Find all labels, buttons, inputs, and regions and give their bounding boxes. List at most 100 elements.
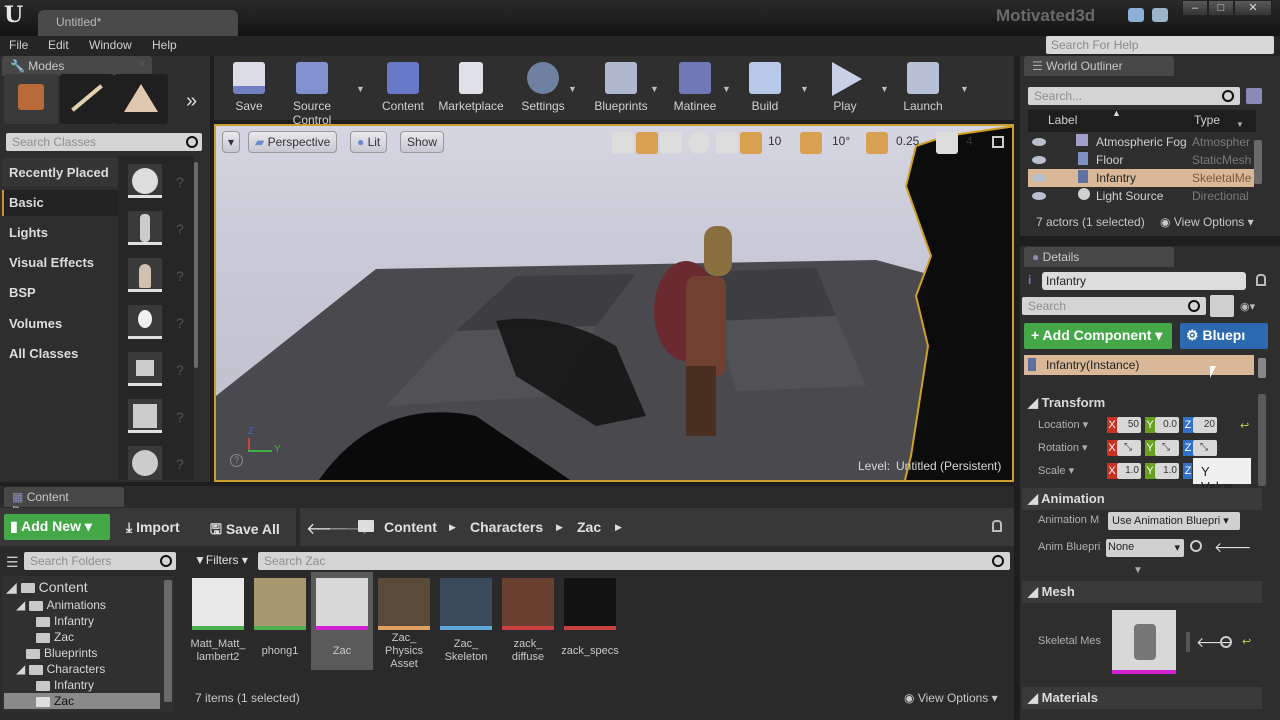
materials-section-header[interactable]: ◢ Materials <box>1022 687 1262 709</box>
add-new-button[interactable]: ▮ Add New ▾ <box>4 514 110 540</box>
animation-mode-dropdown[interactable]: Use Animation Bluepri ▾ <box>1108 512 1240 530</box>
camera-speed-value[interactable]: 4 <box>966 134 973 148</box>
help-icon[interactable]: ? <box>176 315 184 331</box>
rotation-label[interactable]: Rotation ▾ <box>1038 441 1088 454</box>
breadcrumb-zac[interactable]: Zac <box>577 519 601 535</box>
lit-button[interactable]: ● Lit <box>350 131 388 153</box>
build-dropdown-icon[interactable]: ▼ <box>800 84 809 94</box>
class-list-scrollbar[interactable] <box>194 162 198 368</box>
class-item-player-start[interactable] <box>128 211 162 245</box>
content-button[interactable]: Content <box>368 56 438 120</box>
launch-dropdown-icon[interactable]: ▼ <box>960 84 969 94</box>
column-type-header[interactable]: Type <box>1194 113 1220 127</box>
outliner-view-options-button[interactable]: ◉ View Options ▾ <box>1160 215 1254 229</box>
reset-to-default-icon[interactable]: ↩ <box>1240 419 1249 432</box>
tree-folder-animations[interactable]: ◢ Animations <box>16 598 106 612</box>
rotation-snap-icon[interactable] <box>800 132 822 154</box>
world-space-icon[interactable] <box>688 132 710 154</box>
class-item-trigger[interactable] <box>128 352 162 386</box>
settings-dropdown-icon[interactable]: ▼ <box>568 84 577 94</box>
level-viewport[interactable]: ▾ ▰ Perspective ● Lit Show 10 10° 0.25 4… <box>214 124 1014 482</box>
toggle-sources-icon[interactable]: ☰ <box>6 554 19 571</box>
lock-icon[interactable] <box>992 520 1002 532</box>
world-outliner-tab[interactable]: ☰ World Outliner <box>1024 56 1174 76</box>
asset-thumbnail[interactable] <box>440 578 492 630</box>
details-tab[interactable]: ● Details <box>1024 247 1174 267</box>
surface-snap-icon[interactable] <box>716 132 738 154</box>
asset-thumbnail[interactable] <box>192 578 244 630</box>
search-classes-input[interactable]: Search Classes <box>6 133 202 151</box>
visibility-options-icon[interactable]: ◉▾ <box>1240 300 1255 313</box>
visibility-eye-icon[interactable] <box>1032 192 1046 200</box>
scale-snap-value[interactable]: 0.25 <box>896 134 919 148</box>
create-folder-icon[interactable] <box>1246 88 1262 104</box>
asset-label[interactable]: phong1 <box>249 645 311 658</box>
component-instance-row[interactable]: Infantry(Instance) <box>1024 355 1254 375</box>
help-icon[interactable]: ? <box>176 362 184 378</box>
details-search-input[interactable]: Search <box>1022 297 1206 315</box>
more-modes-button[interactable]: » <box>186 90 197 113</box>
blueprints-dropdown-icon[interactable]: ▼ <box>650 84 659 94</box>
maximize-viewport-icon[interactable] <box>992 136 1004 148</box>
breadcrumb-characters[interactable]: Characters <box>470 519 543 535</box>
breadcrumb-separator-icon[interactable]: ▶ <box>449 522 456 533</box>
animation-section-header[interactable]: ◢ Animation <box>1022 488 1262 510</box>
rotate-mode-icon[interactable] <box>636 132 658 154</box>
launch-button[interactable]: Launch <box>888 56 958 120</box>
help-icon[interactable]: ? <box>176 221 184 237</box>
rotation-x-field[interactable]: ⤡ <box>1117 440 1141 456</box>
class-item-point-light[interactable] <box>128 305 162 339</box>
mode-landscape[interactable] <box>114 74 168 124</box>
asset-thumbnail[interactable] <box>564 578 616 630</box>
outliner-row[interactable]: Light Source Directional <box>1028 187 1254 205</box>
category-recently-placed[interactable]: Recently Placed <box>9 165 109 180</box>
help-icon[interactable]: ? <box>176 456 184 472</box>
asset-thumbnail[interactable] <box>254 578 306 630</box>
anim-blueprint-dropdown[interactable]: None ▾ <box>1106 539 1184 557</box>
visibility-eye-icon[interactable] <box>1032 174 1046 182</box>
mesh-section-header[interactable]: ◢ Mesh <box>1022 581 1262 603</box>
location-label[interactable]: Location ▾ <box>1038 418 1088 431</box>
tree-folder-characters[interactable]: ◢ Characters <box>16 662 105 676</box>
asset-thumbnail[interactable] <box>316 578 368 630</box>
menu-help[interactable]: Help <box>152 38 177 52</box>
scale-x-field[interactable]: 1.0 <box>1117 463 1141 479</box>
asset-thumbnail[interactable] <box>502 578 554 630</box>
grid-snap-value[interactable]: 10 <box>768 134 781 148</box>
import-button[interactable]: ⤓ Import <box>126 519 180 536</box>
component-scrollbar[interactable] <box>1258 358 1266 378</box>
reset-to-default-icon[interactable]: ↩ <box>1242 635 1251 648</box>
outliner-row[interactable]: Atmospheric Fog Atmospher <box>1028 133 1254 151</box>
chat-icon[interactable] <box>1128 8 1144 22</box>
category-lights[interactable]: Lights <box>9 225 48 240</box>
cb-view-options-button[interactable]: ◉ View Options ▾ <box>904 691 998 705</box>
menu-window[interactable]: Window <box>89 38 132 52</box>
visibility-eye-icon[interactable] <box>1032 138 1046 146</box>
asset-label[interactable]: Matt_Matt_ lambert2 <box>187 638 249 664</box>
maximize-button[interactable]: □ <box>1208 0 1234 16</box>
folder-tree-scrollbar[interactable] <box>164 580 172 702</box>
outliner-scrollbar[interactable] <box>1254 140 1262 184</box>
browse-asset-icon[interactable] <box>1190 540 1202 552</box>
location-x-field[interactable]: 50 <box>1117 417 1141 433</box>
tree-folder-characters-zac[interactable]: Zac <box>36 694 74 708</box>
tree-folder-blueprints[interactable]: Blueprints <box>26 646 97 660</box>
blueprint-button[interactable]: ⚙ Bluepı <box>1180 323 1268 349</box>
close-button[interactable]: ✕ <box>1234 0 1272 16</box>
modes-tab[interactable]: 🔧 Modes ✕ <box>2 56 152 76</box>
transform-section-header[interactable]: ◢ Transform <box>1022 392 1262 414</box>
blueprints-button[interactable]: Blueprints <box>586 56 656 120</box>
scale-mode-icon[interactable] <box>660 132 682 154</box>
marketplace-button[interactable]: Marketplace <box>436 56 506 120</box>
mode-paint[interactable] <box>60 74 114 124</box>
add-component-button[interactable]: + Add Component ▾ <box>1024 323 1172 349</box>
show-button[interactable]: Show <box>400 131 445 153</box>
breadcrumb-content[interactable]: Content <box>384 519 437 535</box>
source-control-button[interactable]: Source Control <box>276 56 348 127</box>
rotation-snap-value[interactable]: 10° <box>832 134 850 148</box>
tree-folder-animations-infantry[interactable]: Infantry <box>36 614 94 628</box>
tree-folder-characters-infantry[interactable]: Infantry <box>36 678 94 692</box>
lock-icon[interactable] <box>1256 274 1266 286</box>
play-button[interactable]: Play <box>810 56 880 120</box>
filters-button[interactable]: ▼Filters ▾ <box>194 553 248 567</box>
